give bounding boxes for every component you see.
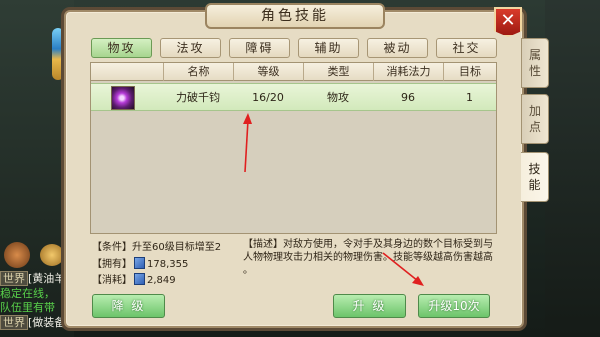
- column-header-name: 名称: [163, 63, 233, 81]
- chat-line[interactable]: 世界 [黄油羊: [0, 271, 66, 286]
- side-tab-label: 属 性: [528, 48, 541, 78]
- chat-channel-tag: 世界: [0, 315, 28, 330]
- tab-physical-attack[interactable]: 物攻: [91, 38, 152, 58]
- skill-table: 名称 等级 类型 消耗法力 目标 力破千钧 16/20 物攻 96 1: [90, 62, 497, 234]
- skill-book-icon: [134, 257, 145, 269]
- cost-line: 【消耗】 2,849: [92, 273, 176, 287]
- table-header: 名称 等级 类型 消耗法力 目标: [91, 63, 496, 81]
- tab-obstacle[interactable]: 障碍: [229, 38, 290, 58]
- chat-line[interactable]: 稳定在线，: [0, 287, 55, 301]
- condition-line: 【条件】升至60级目标增至2: [92, 241, 221, 254]
- description-line-3: 。: [243, 265, 253, 276]
- upgrade-10-times-button[interactable]: 升级10次: [418, 294, 490, 318]
- upgrade-button[interactable]: 升 级: [333, 294, 406, 318]
- owned-value: 178,355: [147, 259, 189, 270]
- chat-text: [做装备: [28, 316, 66, 329]
- window-title: 角色技能: [205, 3, 385, 29]
- chat-line[interactable]: 世界 [做装备: [0, 315, 66, 330]
- chat-text: 队伍里有带: [0, 301, 55, 314]
- chat-line[interactable]: 队伍里有带: [0, 301, 55, 315]
- gourd-ornament-icon: [52, 28, 64, 80]
- description-label: 【描述】: [243, 239, 283, 250]
- chat-bubble-icon[interactable]: [40, 244, 64, 266]
- owned-line: 【拥有】 178,355: [92, 257, 188, 271]
- skill-book-icon: [134, 273, 145, 285]
- condition-label: 【条件】: [92, 242, 132, 253]
- cost-label: 【消耗】: [92, 275, 132, 286]
- annotation-arrow-down-icon: [382, 252, 424, 286]
- side-tab-label: 加 点: [528, 104, 541, 134]
- chat-channel-tag: 世界: [0, 271, 28, 286]
- owned-label: 【拥有】: [92, 259, 132, 270]
- description-line-2: 人物物理攻击力相关的物理伤害。技能等级越高伤害越高: [243, 252, 493, 263]
- tab-support[interactable]: 辅助: [298, 38, 359, 58]
- side-tab-attributes[interactable]: 属 性: [521, 38, 549, 88]
- column-header-type: 类型: [303, 63, 373, 81]
- skill-icon: [111, 86, 135, 110]
- column-header-target: 目标: [443, 63, 496, 81]
- column-header-level: 等级: [233, 63, 303, 81]
- skill-type: 物攻: [327, 91, 349, 104]
- chat-text: [黄油羊: [28, 272, 66, 285]
- tab-passive[interactable]: 被动: [367, 38, 428, 58]
- close-button[interactable]: ✕: [494, 7, 522, 37]
- tab-magic-attack[interactable]: 法攻: [160, 38, 221, 58]
- side-tab-skills[interactable]: 技 能: [521, 152, 549, 202]
- skill-level: 16/20: [252, 91, 284, 104]
- column-header-mana: 消耗法力: [373, 63, 443, 81]
- side-tab-label: 技 能: [528, 162, 541, 192]
- friends-icon[interactable]: [4, 242, 30, 268]
- skill-description: 【描述】对敌方使用，令对手及其身边的数个目标受到与 人物物理攻击力相关的物理伤害…: [243, 238, 501, 277]
- skill-name: 力破千钧: [176, 91, 220, 104]
- table-row[interactable]: 力破千钧 16/20 物攻 96 1: [91, 83, 496, 111]
- cost-value: 2,849: [147, 275, 176, 286]
- description-line-1: 对敌方使用，令对手及其身边的数个目标受到与: [283, 239, 493, 250]
- side-tab-points[interactable]: 加 点: [521, 94, 549, 144]
- condition-value: 升至60级目标增至2: [132, 242, 222, 253]
- downgrade-button[interactable]: 降 级: [92, 294, 165, 318]
- game-screen: 世界 [黄油羊 稳定在线， 队伍里有带 世界 [做装备 角色技能 ✕ 物攻 法攻 障…: [0, 0, 600, 337]
- skill-mana-cost: 96: [401, 91, 415, 104]
- annotation-arrow-up-icon: [243, 113, 252, 173]
- skill-target-count: 1: [466, 91, 473, 104]
- background-right: [545, 0, 600, 337]
- chat-text: 稳定在线，: [0, 287, 55, 300]
- tab-social[interactable]: 社交: [436, 38, 497, 58]
